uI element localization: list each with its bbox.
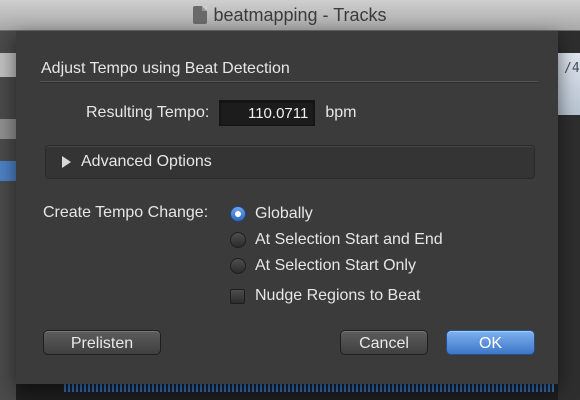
radio-selection-start-only[interactable] [230,258,246,274]
advanced-options-label: Advanced Options [81,153,212,170]
radio-selection-start-end[interactable] [230,232,246,248]
radio-globally[interactable] [230,206,246,222]
option-selection-start-only-label: At Selection Start Only [255,257,416,274]
background-track-header [0,161,16,181]
nudge-regions-label: Nudge Regions to Beat [255,287,421,304]
nudge-regions-option[interactable]: Nudge Regions to Beat [230,283,443,309]
background-control [0,119,16,139]
tracks-right-panel: /4 [558,31,580,400]
option-globally-label: Globally [255,205,313,222]
title-divider [40,81,538,82]
lcd-display: /4 [558,53,580,115]
disclosure-triangle-icon[interactable] [62,156,71,168]
option-selection-start-only[interactable]: At Selection Start Only [230,253,443,279]
dialog-title: Adjust Tempo using Beat Detection [41,60,290,77]
app-title-bar: beatmapping - Tracks [0,0,580,31]
window-title: beatmapping - Tracks [213,4,387,25]
tempo-change-options: Globally At Selection Start and End At S… [230,201,443,309]
advanced-options-disclosure[interactable]: Advanced Options [45,145,535,179]
cancel-button[interactable]: Cancel [340,330,428,355]
option-selection-start-end[interactable]: At Selection Start and End [230,227,443,253]
resulting-tempo-label: Resulting Tempo: [86,104,210,121]
option-selection-start-end-label: At Selection Start and End [255,231,443,248]
tempo-unit-label: bpm [325,104,357,121]
document-icon [193,6,208,24]
resulting-tempo-row: Resulting Tempo: bpm [86,99,356,127]
tracks-left-panel [0,31,16,400]
ok-button[interactable]: OK [446,330,535,355]
prelisten-button[interactable]: Prelisten [43,330,161,355]
create-tempo-change-label: Create Tempo Change: [43,204,209,221]
resulting-tempo-field[interactable] [219,100,316,126]
background-control [0,53,16,77]
adjust-tempo-dialog: Adjust Tempo using Beat Detection Result… [16,31,558,384]
nudge-regions-checkbox[interactable] [230,288,245,304]
option-globally[interactable]: Globally [230,201,443,227]
